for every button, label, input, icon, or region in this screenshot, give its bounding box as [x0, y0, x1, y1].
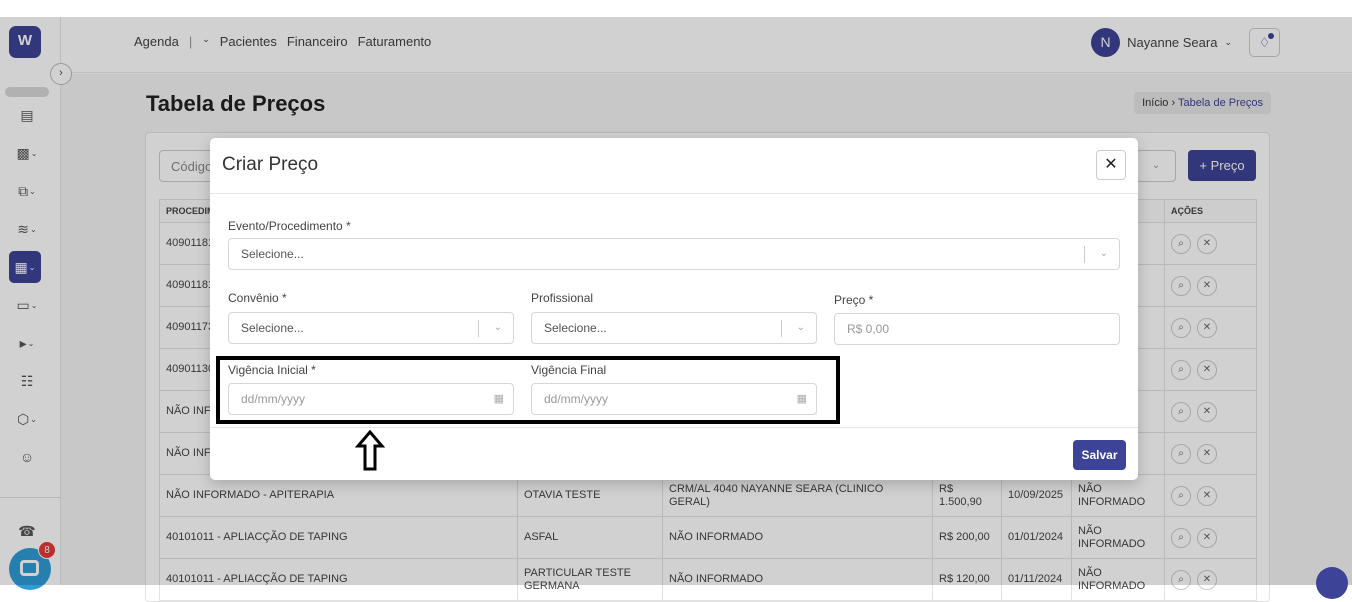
- preco-label: Preço *: [834, 293, 874, 307]
- annotation-highlight-box: [216, 356, 840, 424]
- convenio-select-value: Selecione...: [241, 321, 304, 335]
- select-divider: [781, 320, 782, 337]
- create-price-modal: Criar Preço ✕ Evento/Procedimento * Sele…: [210, 138, 1138, 480]
- close-icon[interactable]: ✕: [1096, 150, 1126, 180]
- modal-footer: Salvar: [210, 427, 1138, 480]
- save-button[interactable]: Salvar: [1073, 440, 1126, 470]
- chevron-down-icon: ⌄: [493, 322, 502, 333]
- preco-input[interactable]: R$ 0,00: [834, 313, 1120, 345]
- chevron-down-icon: ⌄: [1099, 248, 1108, 259]
- profissional-select[interactable]: Selecione... ⌄: [531, 312, 817, 344]
- modal-title: Criar Preço: [222, 154, 319, 175]
- select-divider: [1084, 246, 1085, 263]
- evento-select[interactable]: Selecione... ⌄: [228, 238, 1120, 270]
- select-divider: [478, 320, 479, 337]
- evento-select-value: Selecione...: [241, 247, 304, 261]
- help-chat-icon[interactable]: [1316, 567, 1348, 599]
- chevron-down-icon: ⌄: [796, 322, 805, 333]
- convenio-select[interactable]: Selecione... ⌄: [228, 312, 514, 344]
- evento-label: Evento/Procedimento *: [228, 219, 351, 233]
- annotation-arrow-up-icon: [355, 430, 385, 471]
- convenio-label: Convênio *: [228, 291, 287, 305]
- top-strip: [0, 0, 1352, 17]
- profissional-select-value: Selecione...: [544, 321, 607, 335]
- modal-header: Criar Preço ✕: [210, 138, 1138, 194]
- profissional-label: Profissional: [531, 291, 594, 305]
